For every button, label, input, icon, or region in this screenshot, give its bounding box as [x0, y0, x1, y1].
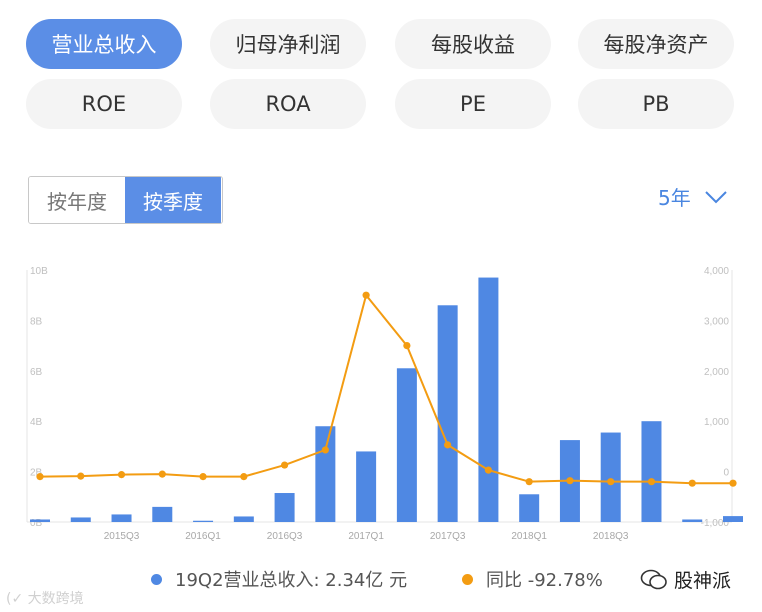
- legend-yoy[interactable]: 同比 -92.78%: [462, 566, 603, 592]
- yoy-point: [77, 472, 85, 480]
- yoy-point: [240, 473, 248, 481]
- chevron-down-icon: [705, 190, 727, 203]
- watermark-left: (✓ 大数跨境: [6, 588, 84, 608]
- yoy-point: [647, 478, 656, 486]
- yoy-point: [688, 479, 696, 487]
- yoy-point: [158, 470, 166, 478]
- yoy-point: [729, 479, 737, 487]
- y-tick-right-label: 3,000: [704, 316, 729, 327]
- tab-revenue[interactable]: 营业总收入: [26, 19, 182, 69]
- x-tick-label: 2018Q1: [511, 531, 547, 542]
- wechat-icon: [640, 569, 667, 589]
- range-selector[interactable]: 5年: [658, 182, 727, 211]
- x-tick-label: 2017Q1: [348, 531, 384, 542]
- y-tick-right-label: 4,000: [704, 266, 729, 277]
- bar: [396, 368, 417, 522]
- bar: [152, 506, 173, 522]
- y-tick-left-label: 8B: [30, 316, 43, 327]
- legend-yoy-dot: [462, 573, 473, 585]
- x-tick-label: 2017Q3: [430, 531, 466, 542]
- x-tick-label: 2016Q3: [267, 531, 303, 542]
- bar: [274, 493, 295, 522]
- x-tick-label: 2016Q1: [185, 531, 221, 542]
- bar: [600, 432, 621, 522]
- yoy-point: [117, 471, 126, 479]
- tab-roa[interactable]: ROA: [210, 79, 366, 129]
- yoy-point: [403, 342, 411, 350]
- quarterly-toggle-button[interactable]: 按季度: [125, 177, 221, 223]
- legend-revenue-dot: [151, 573, 162, 585]
- bar: [723, 516, 743, 522]
- y-tick-right-label: 1,000: [704, 417, 729, 428]
- period-toggle: 按年度 按季度: [28, 176, 223, 224]
- bar: [478, 277, 499, 522]
- watermark-logo-icon: (✓: [6, 591, 24, 607]
- yoy-point: [199, 473, 207, 481]
- bar: [682, 519, 703, 522]
- x-tick-label: 2015Q3: [104, 531, 140, 542]
- bar: [641, 421, 662, 522]
- yoy-point: [36, 473, 44, 481]
- bar: [519, 494, 540, 522]
- tab-eps[interactable]: 每股收益: [395, 19, 551, 69]
- yoy-point: [362, 291, 370, 299]
- y-tick-right-label: 2,000: [704, 367, 729, 378]
- legend-yoy-label: 同比 -92.78%: [486, 570, 603, 591]
- bar: [193, 520, 214, 522]
- y-tick-right-label: 0: [723, 468, 729, 479]
- revenue-chart: 0B2B4B6B8B10B-1,00001,0002,0003,0004,000…: [26, 266, 743, 542]
- tab-roe[interactable]: ROE: [26, 79, 182, 129]
- bar: [30, 519, 50, 522]
- y-tick-left-label: 4B: [30, 417, 43, 428]
- annual-toggle-button[interactable]: 按年度: [29, 177, 125, 223]
- tab-net-profit[interactable]: 归母净利润: [210, 19, 366, 69]
- range-label: 5年: [658, 186, 691, 210]
- bar: [356, 451, 377, 522]
- watermark-right: 股神派: [640, 566, 731, 593]
- yoy-line: [39, 293, 733, 485]
- y-tick-left-label: 6B: [30, 367, 43, 378]
- tab-bvps[interactable]: 每股净资产: [578, 19, 734, 69]
- tab-pb[interactable]: PB: [578, 79, 734, 129]
- yoy-point: [444, 441, 452, 449]
- bar: [233, 516, 254, 522]
- watermark-right-text: 股神派: [674, 570, 732, 592]
- y-tick-left-label: 10B: [30, 266, 48, 277]
- watermark-left-text: 大数跨境: [27, 591, 84, 607]
- bar: [70, 517, 91, 522]
- yoy-point: [566, 477, 574, 485]
- yoy-point: [321, 446, 329, 454]
- tab-pe[interactable]: PE: [395, 79, 551, 129]
- legend-revenue-label: 19Q2营业总收入: 2.34亿 元: [175, 570, 408, 591]
- bar: [315, 426, 336, 522]
- bar: [111, 514, 132, 522]
- yoy-point: [280, 461, 289, 469]
- yoy-point: [484, 466, 493, 474]
- bar: [437, 305, 458, 522]
- yoy-point: [525, 478, 533, 486]
- x-tick-label: 2018Q3: [593, 531, 629, 542]
- yoy-point: [607, 478, 615, 486]
- legend-revenue[interactable]: 19Q2营业总收入: 2.34亿 元: [151, 566, 407, 592]
